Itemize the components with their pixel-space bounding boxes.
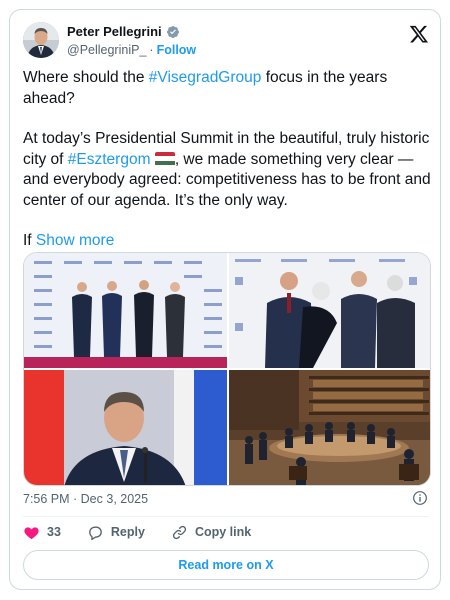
tweet-paragraph-2: At today’s Presidential Summit in the be… — [23, 129, 431, 211]
tweet-actions: 33 Reply Copy link — [23, 522, 277, 542]
media-grid — [23, 252, 431, 486]
hungary-flag-icon — [154, 151, 175, 166]
reply-label: Reply — [110, 525, 145, 539]
photo-group-presidents[interactable] — [24, 253, 227, 368]
author-handle-row: @PellegriniP_ · Follow — [67, 43, 196, 57]
reply-button[interactable]: Reply — [87, 524, 145, 541]
avatar[interactable] — [23, 22, 59, 58]
text-segment: If — [23, 232, 36, 249]
separator-dot: · — [149, 43, 154, 57]
tweet-embed-card: Peter Pellegrini @PellegriniP_ · Follow … — [9, 9, 441, 590]
follow-button[interactable]: Follow — [157, 43, 197, 57]
tweet-paragraph-1: Where should the #VisegradGroup focus in… — [23, 68, 431, 109]
x-logo-icon[interactable] — [409, 24, 429, 44]
like-count: 33 — [47, 525, 61, 539]
copy-link-label: Copy link — [194, 525, 252, 539]
like-button[interactable]: 33 — [23, 524, 61, 541]
text-segment: Where should the — [23, 69, 149, 86]
copy-link-button[interactable]: Copy link — [171, 524, 251, 541]
verified-badge-icon — [166, 25, 180, 39]
read-more-on-x-button[interactable]: Read more on X — [23, 550, 429, 580]
divider — [23, 516, 429, 517]
photo-handshake-meeting[interactable] — [229, 253, 430, 368]
tweet-text: Where should the #VisegradGroup focus in… — [23, 68, 431, 252]
hashtag-visegradgroup[interactable]: #VisegradGroup — [149, 69, 262, 86]
photo-round-table-library[interactable] — [229, 370, 430, 485]
author-handle[interactable]: @PellegriniP_ — [67, 43, 146, 57]
tweet-header: Peter Pellegrini @PellegriniP_ · Follow — [23, 22, 429, 64]
author-name-row: Peter Pellegrini — [67, 24, 180, 39]
photo-speaker-portrait[interactable] — [24, 370, 227, 485]
show-more-link[interactable]: Show more — [36, 232, 114, 249]
tweet-timestamp[interactable]: 7:56 PM · Dec 3, 2025 — [23, 492, 148, 506]
tweet-paragraph-3: If Show more — [23, 231, 431, 252]
reply-icon — [87, 524, 104, 541]
link-icon — [171, 524, 188, 541]
author-display-name[interactable]: Peter Pellegrini — [67, 24, 162, 39]
info-icon[interactable] — [412, 490, 428, 506]
hashtag-esztergom[interactable]: #Esztergom — [68, 151, 151, 168]
heart-icon — [23, 524, 40, 541]
